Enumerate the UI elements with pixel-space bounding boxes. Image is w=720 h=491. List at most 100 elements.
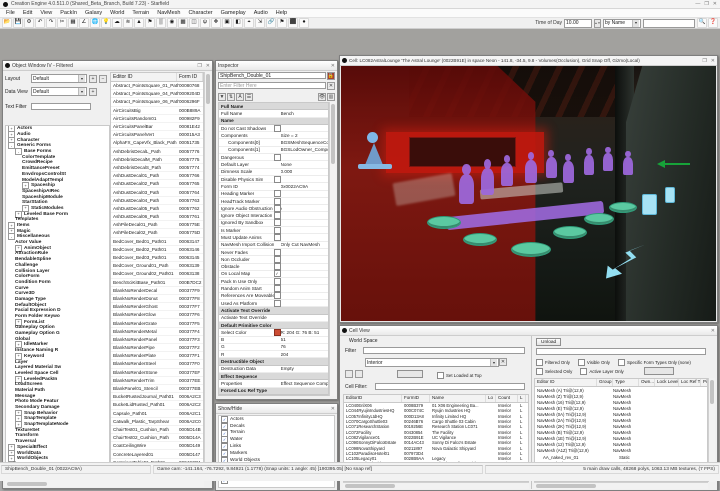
toolbar-icon[interactable]: 💡 (101, 18, 111, 28)
object-list-row[interactable]: BedCover_Bed01_Path01 00063147 (111, 238, 203, 246)
minimize-button[interactable]: — (695, 1, 700, 7)
property-row[interactable]: Activate Text Override (219, 315, 328, 322)
property-checkbox[interactable] (274, 227, 281, 234)
filter-checkbox[interactable] (618, 359, 625, 366)
object-list-row[interactable]: AshDustDecal06_Path 00057761 (111, 213, 203, 221)
property-row[interactable]: Disable Physics Sim (219, 176, 328, 183)
toolbar-icon[interactable]: 🔗 (266, 18, 276, 28)
object-list-row[interactable]: AshDustDecal02_Path 00057765 (111, 180, 203, 188)
object-list-row[interactable]: BedCover_Bed02_Path01 00063146 (111, 246, 203, 254)
object-list-row[interactable]: BlankNoRenderSteel 000377F0 (111, 360, 203, 368)
object-list-row[interactable]: BedCover_Ground02_Path01 00063138 (111, 270, 203, 278)
property-checkbox[interactable] (274, 176, 281, 183)
property-checkbox[interactable] (274, 125, 281, 132)
filter-checkbox-item[interactable]: Selected Only (536, 368, 572, 375)
property-row[interactable]: Full Name Bench (219, 110, 328, 117)
property-checkbox[interactable] (274, 205, 281, 212)
object-list-row[interactable]: BlankNoRenderPlate 000377F1 (111, 352, 203, 360)
object-list-row[interactable]: BucketRustedJournal_Path01 0006A2C3 (111, 393, 203, 401)
property-checkbox[interactable] (274, 256, 281, 263)
show-hide-item[interactable]: Water (219, 436, 334, 443)
object-list-row[interactable]: BenchSciKitBase_Path01 000B7DC2 (111, 279, 203, 287)
object-list-row[interactable]: BlankNoRenderPipe 000377F2 (111, 344, 203, 352)
inspector-titlebar[interactable]: Inspector ✕ (216, 61, 337, 71)
object-list-vscroll[interactable] (204, 72, 211, 479)
property-row[interactable]: Used As Platform (219, 300, 328, 307)
property-checkbox[interactable] (274, 198, 281, 205)
menu-item[interactable]: Character (184, 10, 216, 16)
toolbar-icon[interactable]: ⬛ (288, 18, 298, 28)
object-list-row[interactable]: AirCircuitsRandom01 000982F9 (111, 115, 203, 123)
toolbar-icon[interactable]: ▲ (134, 18, 144, 28)
property-row[interactable]: Full Name (219, 103, 328, 110)
toolbar-icon[interactable]: ▦ (68, 18, 78, 28)
property-checkbox[interactable] (274, 154, 281, 161)
property-row[interactable]: Effect Sequence (219, 373, 328, 380)
object-window-hscroll[interactable] (5, 480, 204, 487)
object-list-row[interactable]: BlankNoRenderMetal 000377F4 (111, 328, 203, 336)
filter-checkbox-item[interactable]: Filtered Only (536, 359, 570, 366)
object-list-row[interactable]: ChairTest02_Cushion_Path 0005D14A (111, 434, 203, 442)
layout-save-button[interactable]: + (89, 75, 97, 83)
show-hide-titlebar[interactable]: Show/Hide ✕ (216, 404, 337, 414)
toolbar-icon[interactable]: ↶ (35, 18, 45, 28)
toolbar-icon[interactable]: ◧ (233, 18, 243, 28)
property-row[interactable]: G 76 (219, 344, 328, 351)
menu-item[interactable]: World (106, 10, 128, 16)
object-list-row[interactable]: AlphaFX_CapeVfx_Black_Path 00051735 (111, 139, 203, 147)
toolbar-icon[interactable]: ▩ (178, 18, 188, 28)
toolbar-icon[interactable]: ⌖ (244, 18, 254, 28)
show-hide-item[interactable]: Markers (219, 450, 334, 457)
filter-checkbox-item[interactable]: Active Layer Only (580, 368, 623, 375)
property-row[interactable]: Dangerous (219, 154, 328, 161)
nav-next-button[interactable] (355, 370, 363, 378)
cell-view-titlebar[interactable]: Cell View ✕ (340, 326, 717, 336)
property-row[interactable]: Forced Loc Ref Type (219, 388, 328, 395)
toolbar-icon[interactable]: ☁ (112, 18, 122, 28)
inspector-view-icon[interactable]: ▥ (327, 93, 335, 101)
object-list-row[interactable]: AshDustDecal01_Path 00057766 (111, 172, 203, 180)
close-button[interactable]: ✕ (713, 1, 717, 7)
nav-prev-button[interactable] (345, 370, 353, 378)
toolbar-icon[interactable]: ▒ (156, 18, 166, 28)
expander-icon[interactable]: - (15, 148, 22, 155)
toolbar-right-icon[interactable]: ❓ (708, 18, 718, 28)
layout-combo[interactable]: Default▼ (31, 74, 87, 83)
property-checkbox[interactable] (274, 219, 281, 226)
property-row[interactable]: Loc Ref Type Size = 0 (219, 395, 328, 396)
maximize-button[interactable]: ❐ (704, 1, 708, 7)
object-list-row[interactable]: ConcreteLayered01 0005D147 (111, 450, 203, 458)
object-list-row[interactable]: Catwalk_Plastic_TarpShear 0006A2C0 (111, 418, 203, 426)
property-row[interactable]: Must Update Anims (219, 234, 328, 241)
close-icon[interactable]: ✕ (206, 63, 210, 69)
object-list-row[interactable]: BlankNoRenderTrim 000377EE (111, 377, 203, 385)
toolbar-icon[interactable]: ↷ (46, 18, 56, 28)
toolbar-search-input[interactable] (643, 19, 695, 28)
object-list-row[interactable]: BlankNoRenderPanel 000377F3 (111, 336, 203, 344)
sort-by-combo[interactable]: by Name▼ (603, 19, 641, 28)
property-row[interactable]: Default Layer None (219, 161, 328, 168)
toolbar-icon[interactable]: 🌐 (90, 18, 100, 28)
show-hide-item[interactable]: Actors (219, 416, 334, 423)
toolbar-icon[interactable]: ⇲ (255, 18, 265, 28)
filter-checkbox[interactable] (578, 359, 585, 366)
object-list-row[interactable]: BlankNoRenderGhost 000377F7 (111, 303, 203, 311)
property-checkbox[interactable] (274, 285, 281, 292)
filter-checkbox-item[interactable]: Specific Form Types Only (none) (618, 359, 691, 366)
object-list-row[interactable]: BlankNoRenderStone 000377EF (111, 369, 203, 377)
close-icon[interactable]: ✕ (711, 328, 715, 334)
menu-item[interactable]: PackIn (56, 10, 81, 16)
toolbar-icon[interactable]: ◫ (189, 18, 199, 28)
object-list-row[interactable]: BlankNoRenderDecal 000377F9 (111, 287, 203, 295)
object-list-row[interactable]: CoatCeilingWire 0005D149 (111, 442, 203, 450)
object-list-row[interactable]: AshDebrisDecalL_Path 00057776 (111, 148, 203, 156)
dataview-combo[interactable]: Default▼ (31, 87, 87, 96)
time-of-day-spinner[interactable]: ▲▼ (594, 19, 601, 28)
toolbar-icon[interactable]: ⚙ (24, 18, 34, 28)
property-checkbox[interactable] (274, 300, 281, 307)
toolbar-icon[interactable]: ◉ (167, 18, 177, 28)
toolbar-icon[interactable]: ⚑ (277, 18, 287, 28)
object-list-row[interactable]: AshDebrisDecalM_Path 00057775 (111, 156, 203, 164)
set-loaded-checkbox-row[interactable]: Set Loaded at Top (437, 372, 482, 379)
object-list-row[interactable]: BlankNoRenderDonut 000377F8 (111, 295, 203, 303)
